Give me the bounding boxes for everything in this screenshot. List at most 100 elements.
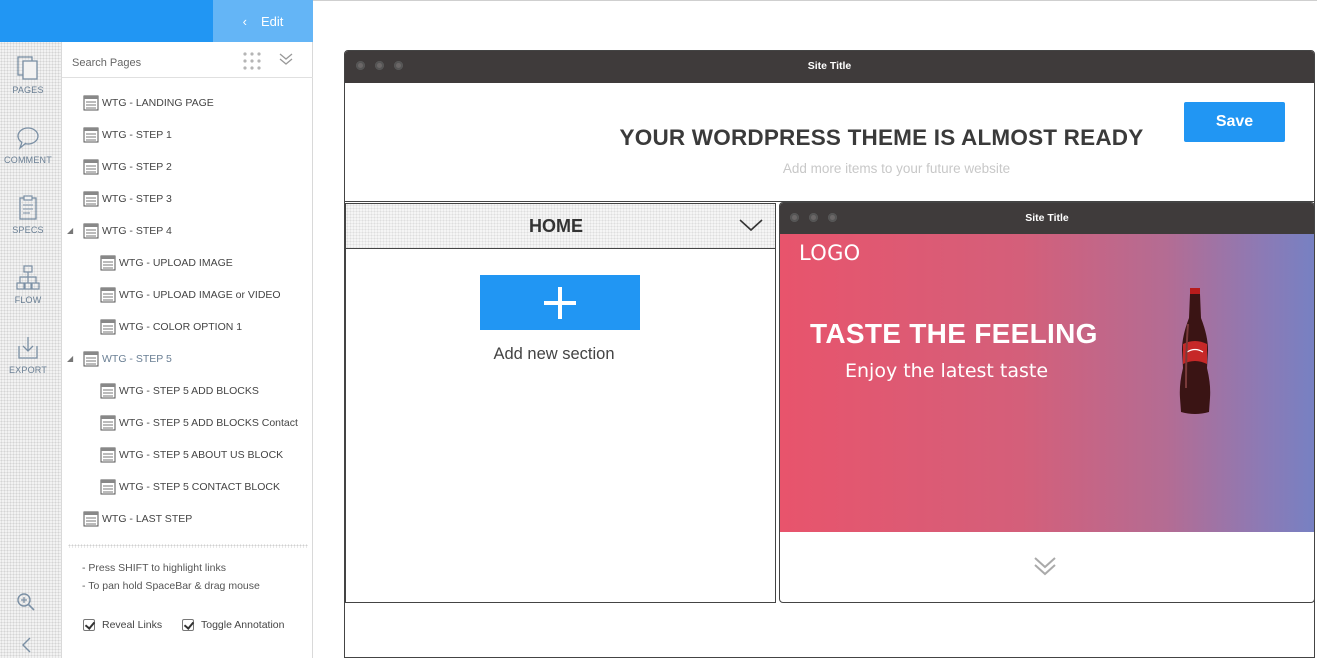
rail-item-specs[interactable]: SPECS [0,194,56,235]
hero-logo: LOGO [799,241,861,265]
home-dropdown-label: HOME [529,216,583,236]
page-item-label: WTG - STEP 3 [102,193,172,205]
top-bar [0,0,213,42]
page-icon [83,223,99,239]
page-item[interactable]: WTG - STEP 5 ADD BLOCKS [100,381,259,401]
reveal-links-checkbox[interactable]: Reveal Links [83,619,162,631]
page-item-label: WTG - STEP 1 [102,129,172,141]
page-item[interactable]: WTG - STEP 3 [83,189,172,209]
page-icon [83,351,99,367]
page-item-label: WTG - LAST STEP [102,513,193,525]
checkbox-checked-icon [182,619,194,631]
tip-shift: - Press SHIFT to highlight links [82,562,226,574]
tips: - Press SHIFT to highlight links - To pa… [82,559,260,595]
pages-icon [17,56,38,80]
rail-label-export: EXPORT [8,365,48,375]
page-item[interactable]: WTG - LANDING PAGE [83,93,214,113]
toggle-annotation-label: Toggle Annotation [201,619,285,631]
double-chevron-down-icon[interactable] [1032,553,1058,584]
page-item-label: WTG - COLOR OPTION 1 [119,321,243,333]
chevron-left-icon: ‹ [242,13,247,29]
page-item[interactable]: WTG - STEP 4 [83,221,172,241]
page-item-label: WTG - UPLOAD IMAGE or VIDEO [119,289,281,301]
page-icon [83,127,99,143]
page-item-label: WTG - UPLOAD IMAGE [119,257,233,269]
expand-toggle-icon[interactable]: ◢ [67,226,73,235]
page-item[interactable]: WTG - COLOR OPTION 1 [100,317,242,337]
rail-label-flow: FLOW [14,295,42,305]
page-item-label: WTG - STEP 5 CONTACT BLOCK [119,481,281,493]
panel-divider [68,544,308,548]
search-pages-input[interactable] [72,54,232,72]
rail-label-pages: PAGES [12,85,44,95]
page-headline: YOUR WORDPRESS THEME IS ALMOST READY [619,125,1144,150]
specs-icon [19,195,37,220]
rail-label-comment: COMMENT [4,155,52,165]
search-row [62,42,313,78]
checkbox-checked-icon [83,619,95,631]
edit-button-label: Edit [260,13,284,29]
page-item[interactable]: WTG - UPLOAD IMAGE or VIDEO [100,285,281,305]
rail-item-pages[interactable]: PAGES [0,54,56,95]
page-item-label: WTG - STEP 5 ABOUT US BLOCK [119,449,284,461]
export-icon [18,337,38,359]
plus-icon [544,286,576,319]
collapse-all-icon[interactable] [278,51,294,72]
page-icon [100,447,116,463]
hero-subtitle: Enjoy the latest taste [845,360,1049,382]
add-section-button[interactable] [480,275,640,330]
page-icon [100,319,116,335]
preview-window-title: Site Title [1025,212,1069,224]
page-icon [100,383,116,399]
expand-toggle-icon[interactable]: ◢ [67,354,73,363]
page-item[interactable]: WTG - STEP 5 ADD BLOCKS Contact [100,413,298,433]
page-icon [100,287,116,303]
page-item-label: WTG - STEP 5 ADD BLOCKS [119,385,259,397]
page-item[interactable]: WTG - STEP 5 CONTACT BLOCK [100,477,280,497]
pages-panel: WTG - LANDING PAGE WTG - STEP 1 WTG - ST… [62,42,313,658]
page-icon [83,159,99,175]
rail-item-comment[interactable]: COMMENT [0,124,56,165]
chevron-down-icon[interactable] [738,217,764,238]
page-item[interactable]: WTG - STEP 5 ABOUT US BLOCK [100,445,283,465]
page-subheadline: Add more items to your future website [782,161,1011,176]
rail-item-flow[interactable]: FLOW [0,264,56,305]
comment-icon [17,127,39,150]
page-item[interactable]: WTG - UPLOAD IMAGE [100,253,233,273]
grid-view-icon[interactable] [242,51,262,76]
top-divider [313,0,1317,2]
hero-banner: LOGO TASTE THE FEELING Enjoy the latest … [780,234,1314,532]
page-item[interactable]: WTG - LAST STEP [83,509,192,529]
page-icon [100,415,116,431]
page-item-label: WTG - STEP 5 ADD BLOCKS Contact [119,417,298,429]
page-item-label: WTG - LANDING PAGE [102,97,214,109]
page-item-selected[interactable]: WTG - STEP 5 [83,349,172,369]
add-section-label[interactable]: Add new section [346,345,762,364]
site-preview-window: Site Title LOGO TASTE THE FEELING Enjoy … [779,202,1314,603]
page-item[interactable]: WTG - STEP 1 [83,125,172,145]
page-icon [100,479,116,495]
window-title: Site Title [807,60,852,72]
edit-button[interactable]: ‹ Edit [213,0,313,42]
page-item-label: WTG - STEP 4 [102,225,172,237]
page-item[interactable]: WTG - STEP 2 [83,157,172,177]
zoom-icon[interactable] [16,592,36,617]
toggle-annotation-checkbox[interactable]: Toggle Annotation [182,619,285,631]
page-item-label: WTG - STEP 2 [102,161,172,173]
reveal-links-label: Reveal Links [102,619,163,631]
window-titlebar: Site Title [345,51,1314,83]
flow-icon [16,265,40,290]
preview-titlebar: Site Title [780,203,1314,234]
canvas-window: Site Title Save YOUR WORDPRESS THEME IS … [344,50,1315,658]
soda-bottle-image [1179,288,1211,414]
rail-item-export[interactable]: EXPORT [0,334,56,375]
page-item-label: WTG - STEP 5 [102,353,172,365]
left-toolbar: PAGES COMMENT SPECS FLOW EXPORT [0,42,62,658]
tip-pan: - To pan hold SpaceBar & drag mouse [82,580,260,592]
page-icon [83,95,99,111]
home-section-panel: HOME Add new section [345,203,776,603]
home-dropdown[interactable]: HOME [346,204,775,249]
page-icon [83,511,99,527]
collapse-sidebar-icon[interactable] [20,636,34,658]
page-icon [83,191,99,207]
